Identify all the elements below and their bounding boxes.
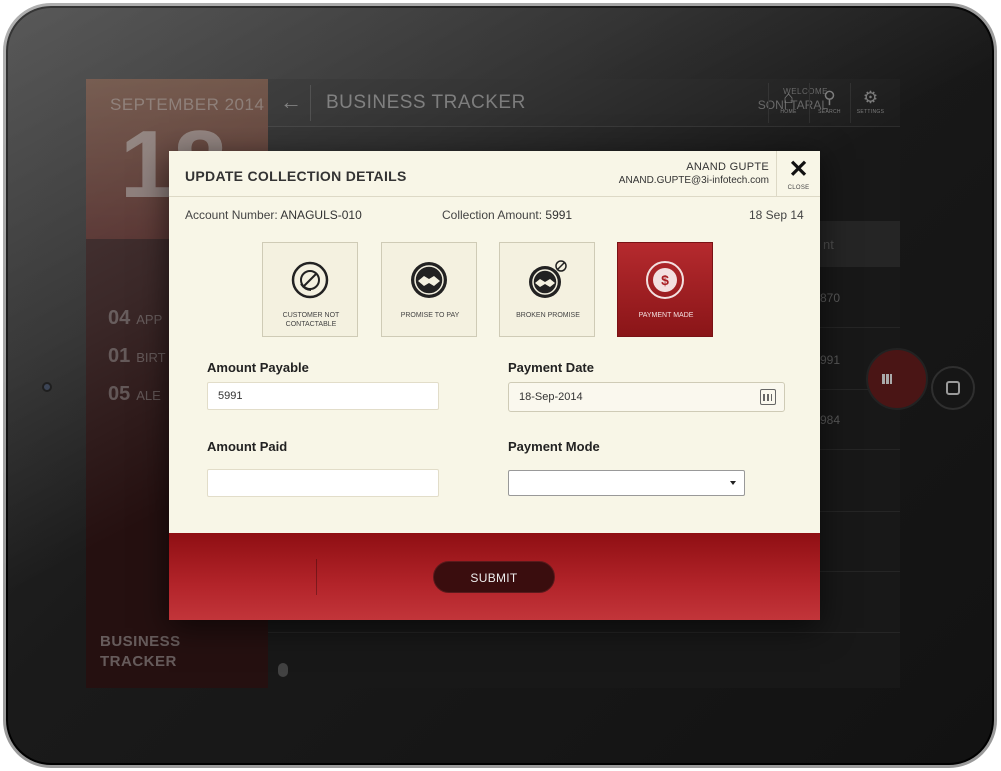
amount-paid-label: Amount Paid [207,439,288,454]
amount-paid-input[interactable] [207,469,439,497]
status-broken-promise[interactable]: BROKEN PROMISE [499,242,595,337]
collection-date: 18 Sep 14 [749,208,804,222]
broken-handshake-icon [529,260,567,298]
account-value: ANAGULS-010 [280,208,362,222]
footer-divider [316,559,317,595]
user-email: ANAND.GUPTE@3i-infotech.com [618,175,769,186]
svg-text:$: $ [661,272,669,288]
submit-button[interactable]: SUBMIT [433,561,555,593]
status-payment-made[interactable]: $ PAYMENT MADE [617,242,713,337]
status-label: CUSTOMER NOT CONTACTABLE [282,312,340,328]
payment-mode-label: Payment Mode [508,439,600,454]
close-label: CLOSE [787,185,810,191]
payment-date-label: Payment Date [508,360,594,375]
payment-date-value: 18-Sep-2014 [519,391,583,403]
payment-mode-select[interactable] [508,470,745,496]
modal-footer: SUBMIT [169,533,820,620]
account-label: Account Number: [185,208,278,222]
status-label: BROKEN PROMISE [516,312,580,319]
calendar-icon[interactable] [760,389,776,405]
update-collection-modal: UPDATE COLLECTION DETAILS ANAND GUPTE AN… [169,151,820,620]
payment-date-input[interactable]: 18-Sep-2014 [508,382,785,412]
close-button[interactable]: ✕ CLOSE [776,151,820,197]
amount-value: 5991 [545,208,573,222]
status-promise-to-pay[interactable]: PROMISE TO PAY [381,242,477,337]
chevron-down-icon [730,481,736,485]
collection-amount: Collection Amount: 5991 [442,208,572,222]
status-label: PROMISE TO PAY [400,312,460,319]
status-label: PAYMENT MADE [638,312,694,319]
amount-payable-input[interactable]: 5991 [207,382,439,410]
amount-label: Collection Amount: [442,208,543,222]
account-number: Account Number: ANAGULS-010 [185,208,362,222]
handshake-icon [411,262,447,298]
modal-header: UPDATE COLLECTION DETAILS ANAND GUPTE AN… [169,151,820,197]
phone-blocked-icon [291,261,329,299]
status-customer-not-contactable[interactable]: CUSTOMER NOT CONTACTABLE [262,242,358,337]
close-icon: ✕ [788,156,809,183]
amount-payable-label: Amount Payable [207,360,309,375]
camera-lens [42,382,52,392]
device-home-button[interactable] [931,366,975,410]
dollar-coin-icon: $ [646,261,684,299]
grid-icon [882,374,892,384]
modal-title: UPDATE COLLECTION DETAILS [185,168,407,184]
user-name: ANAND GUPTE [686,161,769,173]
floating-menu-button[interactable] [866,348,928,410]
